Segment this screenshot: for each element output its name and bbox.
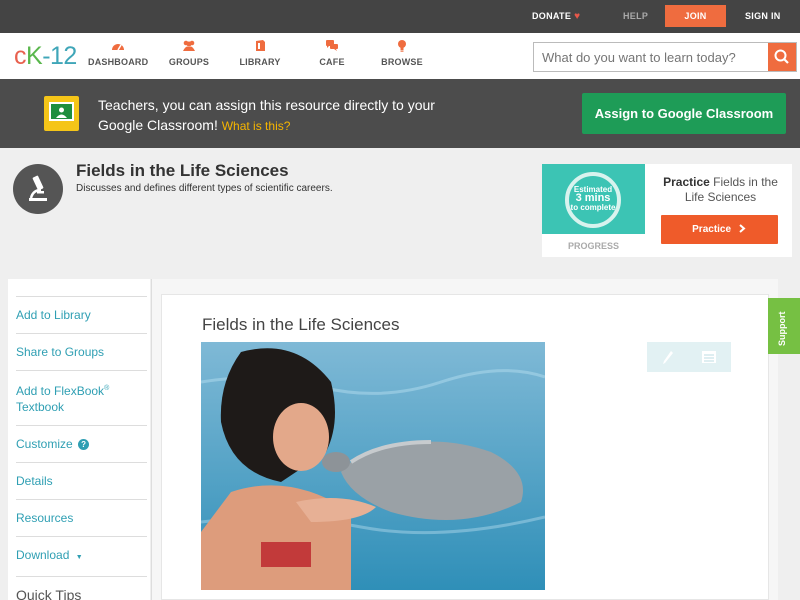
ck12-logo[interactable]: cK-12: [14, 42, 77, 71]
search-icon: [774, 49, 789, 64]
nav-dashboard[interactable]: DASHBOARD: [88, 39, 148, 67]
sidebar-item-details[interactable]: Details: [16, 462, 147, 499]
progress-label: PROGRESS: [567, 241, 619, 251]
sidebar: Add to Library Share to Groups Add to Fl…: [8, 279, 150, 600]
practice-card: Estimated 3 mins to complete PROGRESS Pr…: [542, 164, 792, 257]
donate-link[interactable]: DONATE ♥: [532, 0, 580, 33]
search-button[interactable]: [768, 43, 796, 71]
classroom-banner-text: Teachers, you can assign this resource d…: [98, 95, 458, 136]
caret-down-icon: ▼: [75, 554, 83, 561]
page-title: Fields in the Life Sciences: [76, 161, 289, 180]
progress-ring: Estimated 3 mins to complete: [565, 172, 621, 228]
library-icon: [256, 40, 265, 51]
nav-cafe-label: CAFE: [319, 57, 345, 67]
practice-button-label: Practice: [692, 224, 732, 235]
assign-google-classroom-button[interactable]: Assign to Google Classroom: [582, 93, 786, 134]
support-label: Support: [777, 311, 787, 347]
help-icon[interactable]: ?: [78, 439, 90, 450]
logo-n: -12: [42, 42, 77, 70]
customize-label: Customize: [16, 437, 73, 451]
logo-k: K: [26, 42, 43, 70]
nav-library[interactable]: LIBRARY: [235, 39, 285, 67]
sidebar-item-resources[interactable]: Resources: [16, 499, 147, 536]
donate-label: DONATE: [532, 11, 572, 21]
help-link[interactable]: HELP: [623, 0, 648, 33]
flexbook-label: Add to FlexBook: [16, 384, 105, 398]
lightbulb-icon: [398, 40, 406, 52]
logo-c: c: [14, 42, 27, 70]
support-tab[interactable]: Support: [768, 298, 800, 354]
google-classroom-icon: [44, 96, 79, 131]
notes-icon[interactable]: [700, 348, 718, 366]
pencil-icon[interactable]: [659, 348, 677, 366]
sidebar-item-customize[interactable]: Customize ?: [16, 425, 147, 462]
sidebar-item-add-to-flexbook[interactable]: Add to FlexBook® Textbook: [16, 370, 147, 425]
flexbook-label-line2: Textbook: [16, 400, 65, 414]
sidebar-item-share-to-groups[interactable]: Share to Groups: [16, 333, 147, 370]
main-nav: cK-12 DASHBOARD GROUPS LIBRARY CAFE BROW…: [0, 33, 800, 79]
nav-dashboard-label: DASHBOARD: [88, 57, 149, 67]
registered-mark: ®: [104, 385, 110, 392]
dolphin-kiss-photo: [201, 342, 545, 590]
groups-icon: [183, 40, 195, 51]
sidebar-item-add-to-library[interactable]: Add to Library: [16, 296, 147, 333]
practice-button[interactable]: Practice: [661, 215, 778, 244]
cafe-chat-icon: [326, 40, 338, 51]
signin-link[interactable]: SIGN IN: [745, 0, 781, 33]
top-bar: DONATE ♥ HELP JOIN SIGN IN: [0, 0, 800, 33]
chevron-right-icon: [739, 224, 746, 233]
progress-thumbnail[interactable]: Estimated 3 mins to complete: [542, 164, 645, 234]
nav-library-label: LIBRARY: [239, 57, 281, 67]
nav-browse-label: BROWSE: [381, 57, 423, 67]
nav-browse[interactable]: BROWSE: [377, 39, 427, 67]
what-is-this-link[interactable]: What is this?: [222, 119, 291, 133]
sidebar-item-download[interactable]: Download ▼: [16, 536, 147, 576]
microscope-icon: [13, 164, 63, 214]
practice-title: Practice Fields in the Life Sciences: [652, 175, 789, 205]
content-title: Fields in the Life Sciences: [202, 315, 400, 334]
practice-title-bold: Practice: [663, 175, 710, 189]
heart-icon: ♥: [574, 11, 581, 22]
download-label: Download: [16, 548, 70, 562]
join-button[interactable]: JOIN: [665, 5, 726, 27]
nav-cafe[interactable]: CAFE: [307, 39, 357, 67]
nav-groups-label: GROUPS: [168, 57, 210, 67]
sidebar-list: Add to Library Share to Groups Add to Fl…: [16, 296, 147, 600]
page-description: Discusses and defines different types of…: [76, 183, 333, 194]
search-box: [533, 42, 797, 72]
content-toolbar: [647, 342, 731, 372]
dashboard-icon: [112, 44, 124, 51]
search-input[interactable]: [534, 43, 769, 71]
nav-groups[interactable]: GROUPS: [164, 39, 214, 67]
quick-tips-heading[interactable]: Quick Tips: [16, 576, 147, 600]
to-complete-label: to complete: [570, 203, 616, 212]
